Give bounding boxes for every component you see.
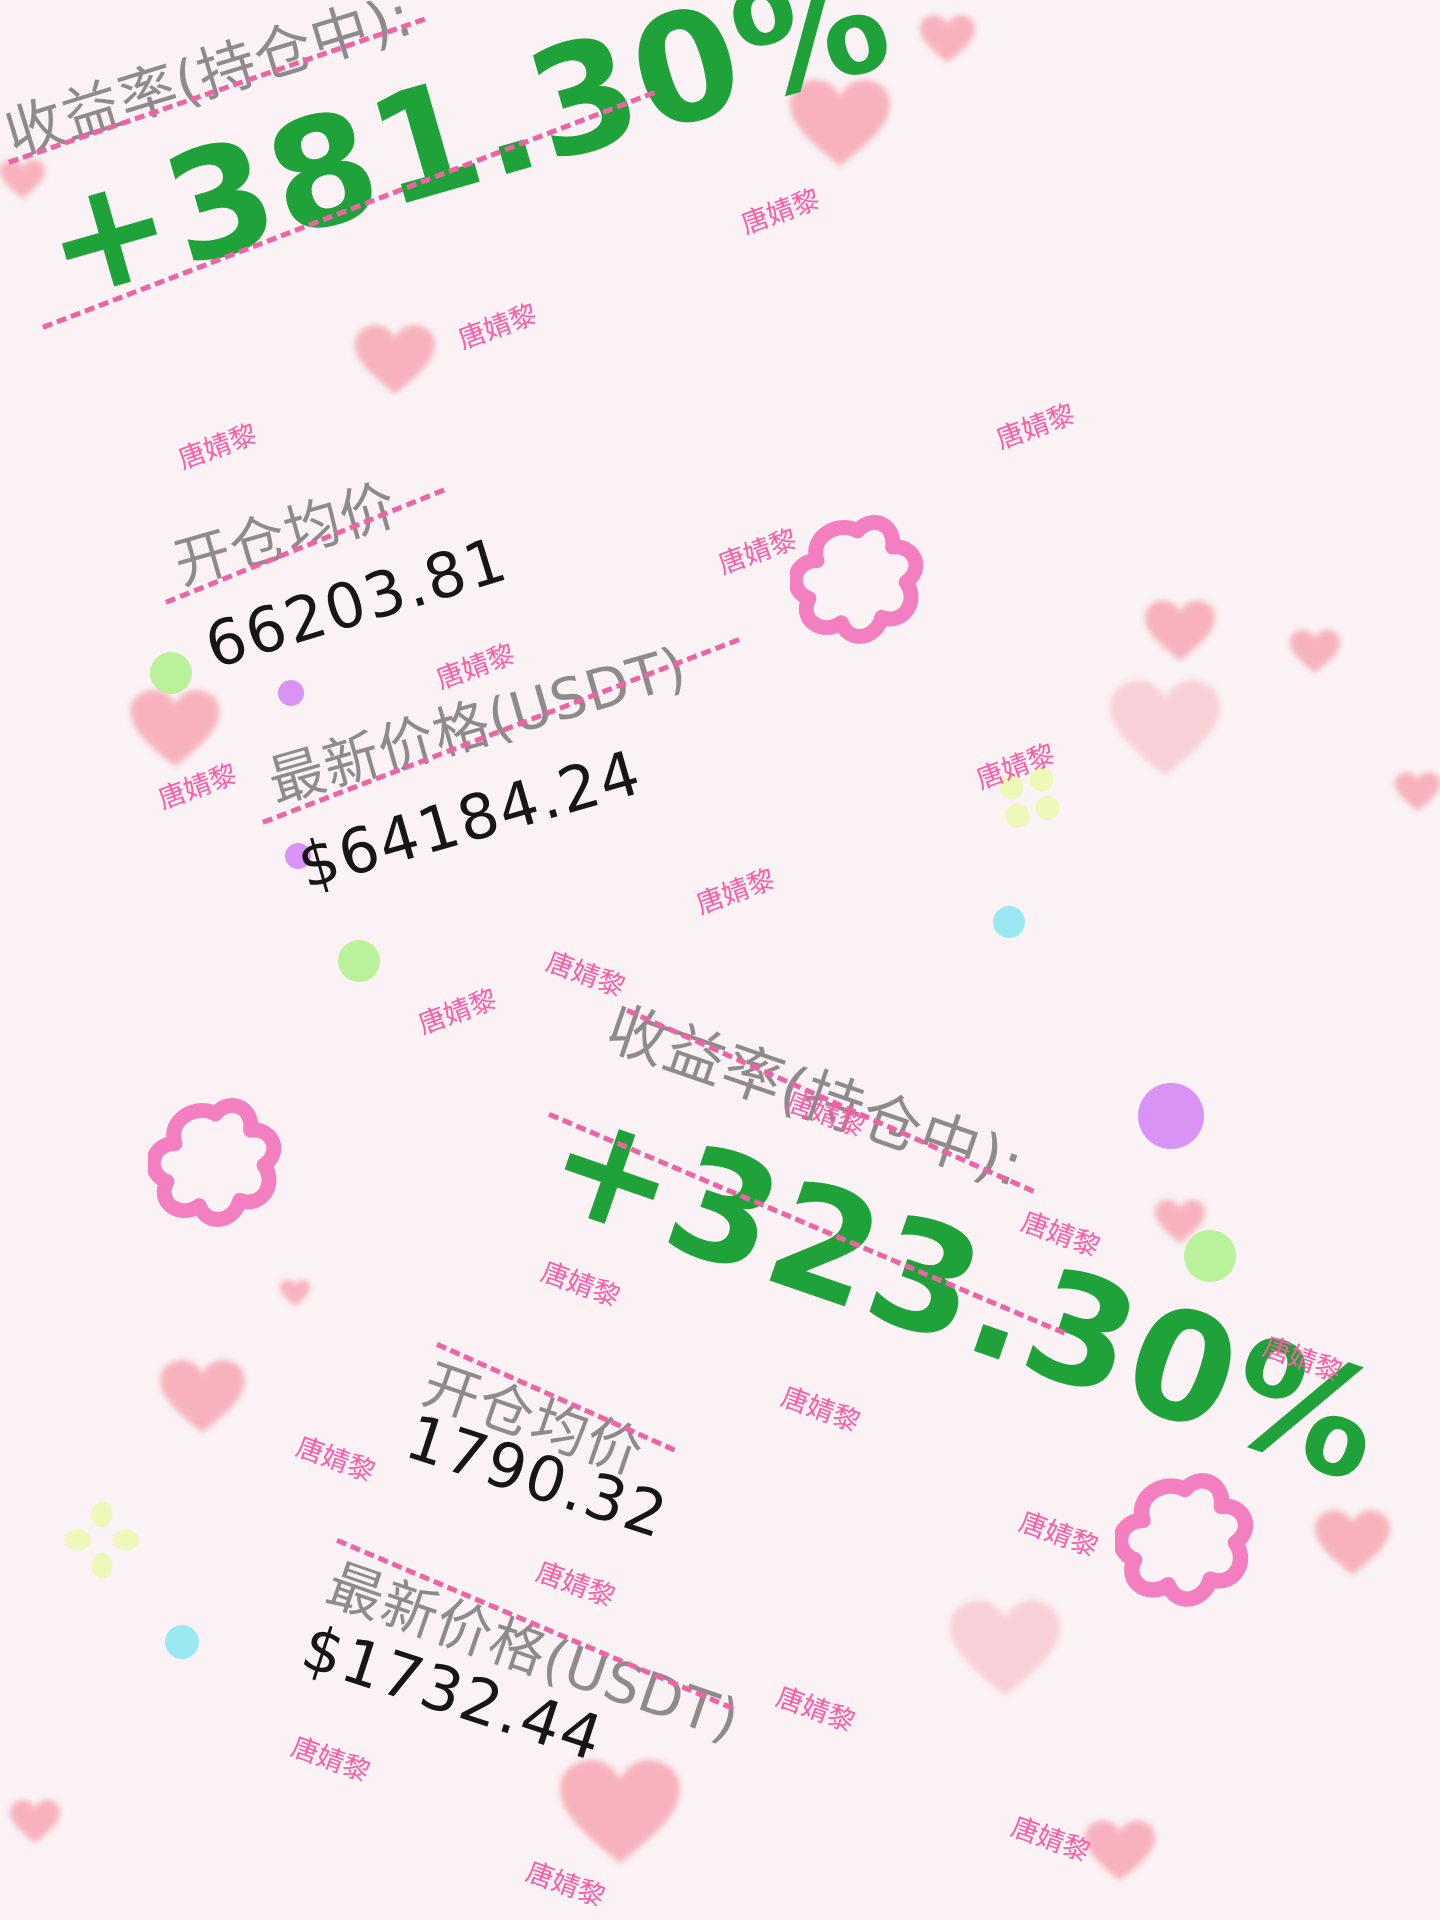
clover-icon [65, 1501, 139, 1579]
heart-icon [1395, 772, 1440, 811]
heart-icon [920, 15, 975, 63]
heart-icon [1145, 600, 1215, 661]
heart-icon [1085, 1820, 1155, 1881]
dot [1138, 1083, 1204, 1149]
dot [278, 680, 304, 706]
dot [165, 1625, 199, 1659]
watermark: 唐婧黎 [532, 1556, 619, 1614]
watermark: 唐婧黎 [714, 523, 802, 581]
screenshot-root: { "positions": [ { "yield_label": "收益率(持… [0, 0, 1440, 1920]
watermark: 唐婧黎 [287, 1731, 374, 1789]
watermark: 唐婧黎 [992, 398, 1080, 456]
dot [338, 940, 380, 982]
heart-icon [950, 1600, 1060, 1696]
watermark: 唐婧黎 [1015, 1506, 1102, 1564]
watermark: 唐婧黎 [414, 983, 502, 1041]
flower-icon [148, 1098, 282, 1227]
heart-icon [355, 325, 435, 394]
heart-icon [160, 1360, 245, 1433]
watermark: 唐婧黎 [292, 1431, 379, 1489]
dot [150, 652, 192, 694]
watermark: 唐婧黎 [772, 1681, 859, 1739]
flower-icon [790, 515, 924, 644]
heart-icon [280, 1280, 310, 1306]
watermark: 唐婧黎 [174, 418, 262, 476]
flower-icon [1115, 1473, 1254, 1607]
heart-icon [130, 690, 220, 767]
heart-icon [1315, 1510, 1390, 1575]
dot [993, 906, 1025, 938]
watermark: 唐婧黎 [737, 183, 825, 241]
heart-icon [560, 1760, 680, 1864]
watermark: 唐婧黎 [1007, 1811, 1094, 1869]
heart-icon [1110, 680, 1220, 776]
dot [1184, 1230, 1236, 1282]
watermark: 唐婧黎 [777, 1381, 864, 1439]
watermark: 唐婧黎 [542, 946, 629, 1004]
heart-icon [10, 1800, 60, 1843]
heart-icon [1290, 630, 1340, 673]
watermark: 唐婧黎 [692, 863, 780, 921]
watermark: 唐婧黎 [454, 298, 542, 356]
